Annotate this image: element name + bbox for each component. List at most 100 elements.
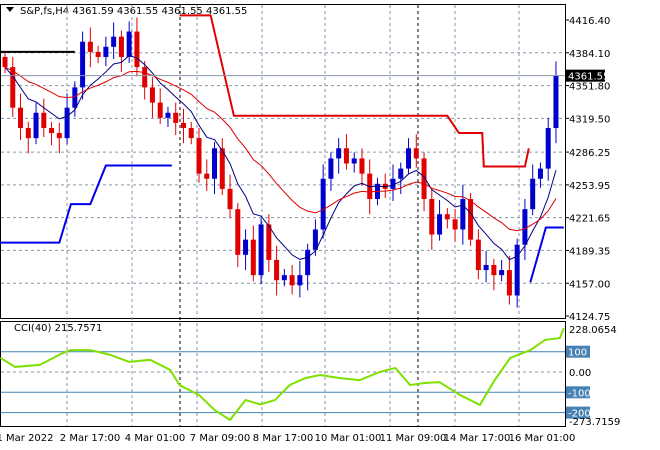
bear-candle xyxy=(95,51,101,57)
price-tick-label: 4319.50 xyxy=(569,114,610,125)
bear-candle xyxy=(149,87,155,103)
bull-candle xyxy=(398,168,404,179)
bear-candle xyxy=(235,209,241,255)
bull-candle xyxy=(320,178,326,230)
bull-candle xyxy=(460,199,466,230)
bull-candle xyxy=(297,275,303,286)
bull-candle xyxy=(33,112,39,139)
blue-step-line xyxy=(529,226,564,283)
bear-candle xyxy=(204,173,210,179)
dropdown-arrow-icon xyxy=(6,7,14,12)
bear-candle xyxy=(250,239,256,276)
bull-candle xyxy=(406,148,412,169)
bull-candle xyxy=(336,148,342,159)
bull-candle xyxy=(328,158,334,179)
bear-candle xyxy=(188,127,194,139)
bear-candle xyxy=(2,56,8,68)
price-tick-label: 4124.75 xyxy=(569,312,610,323)
time-label: 14 Mar 17:00 xyxy=(444,433,511,444)
bear-candle xyxy=(491,265,497,276)
cci-label: CCI(40) 215.7571 xyxy=(14,323,102,334)
bear-candle xyxy=(142,67,148,88)
cci-level-label: 0.00 xyxy=(569,368,591,379)
price-tick-label: 4286.25 xyxy=(569,148,610,159)
bull-candle xyxy=(514,244,520,296)
price-tick-label: 4416.40 xyxy=(569,16,610,27)
time-label: 11 Mar 09:00 xyxy=(380,433,447,444)
bear-candle xyxy=(227,188,233,210)
bear-candle xyxy=(444,214,450,220)
time-label: 7 Mar 09:00 xyxy=(190,433,250,444)
bear-candle xyxy=(180,122,186,128)
time-label: 8 Mar 17:00 xyxy=(253,433,313,444)
bear-candle xyxy=(118,36,124,57)
cci-level-label: 100 xyxy=(568,348,587,359)
cci-line xyxy=(0,327,565,422)
bull-candle xyxy=(499,270,505,276)
time-label: 2 Mar 17:00 xyxy=(60,433,120,444)
cci-min-label: -273.7159 xyxy=(569,417,620,428)
bear-candle xyxy=(173,112,179,123)
bear-candle xyxy=(266,224,272,260)
bull-candle xyxy=(530,178,536,210)
bear-candle xyxy=(359,158,365,174)
bear-candle xyxy=(343,148,349,164)
bear-candle xyxy=(41,112,47,128)
bull-candle xyxy=(483,265,489,271)
bull-candle xyxy=(126,31,132,57)
time-label: 10 Mar 01:00 xyxy=(315,433,382,444)
bear-candle xyxy=(274,259,280,281)
bear-candle xyxy=(413,148,419,159)
price-tick-label: 4351.80 xyxy=(569,82,610,93)
bull-candle xyxy=(522,209,528,245)
price-tick-label: 4189.35 xyxy=(569,246,610,257)
red-step-line xyxy=(179,14,530,168)
bear-candle xyxy=(157,102,163,118)
price-chart: S&P,fs,H4 4361.59 4361.55 4361.55 4361.5… xyxy=(0,4,620,444)
bear-candle xyxy=(134,31,140,68)
bull-candle xyxy=(165,112,171,118)
bear-candle xyxy=(87,41,93,52)
bear-candle xyxy=(25,127,31,139)
bear-candle xyxy=(506,270,512,296)
bull-candle xyxy=(305,249,311,276)
main-panel-frame xyxy=(0,4,566,319)
bull-candle xyxy=(111,36,117,47)
price-tick-label: 4157.00 xyxy=(569,279,610,290)
price-tick-label: 4384.10 xyxy=(569,49,610,60)
price-tick-label: 4253.95 xyxy=(569,181,610,192)
bear-candle xyxy=(452,219,458,230)
time-label: 16 Mar 01:00 xyxy=(509,433,576,444)
ma-slow-line xyxy=(4,66,557,232)
ma-fast-line xyxy=(4,55,557,261)
bear-candle xyxy=(468,199,474,240)
cci-max-label: 228.0654 xyxy=(569,325,617,336)
bear-candle xyxy=(289,275,295,286)
bear-candle xyxy=(196,138,202,174)
price-tick-label: 4221.65 xyxy=(569,214,610,225)
bull-candle xyxy=(103,46,109,57)
bear-candle xyxy=(18,107,24,128)
bear-candle xyxy=(49,127,55,134)
time-label: 1 Mar 2022 xyxy=(0,433,54,444)
bull-candle xyxy=(281,275,287,281)
chart-header: S&P,fs,H4 4361.59 4361.55 4361.55 4361.5… xyxy=(20,6,247,17)
bull-candle xyxy=(437,214,443,235)
bear-candle xyxy=(475,239,481,271)
bear-candle xyxy=(421,158,427,200)
cci-level-label: -100 xyxy=(568,388,591,399)
bull-candle xyxy=(351,158,357,164)
blue-step-line xyxy=(0,164,172,244)
bull-candle xyxy=(212,148,218,179)
bull-candle xyxy=(537,168,543,179)
bull-candle xyxy=(80,41,86,88)
bear-candle xyxy=(56,133,62,139)
bull-candle xyxy=(243,239,249,255)
cci-panel-frame xyxy=(0,321,566,427)
bear-candle xyxy=(10,67,16,108)
bull-candle xyxy=(258,224,264,276)
bull-candle xyxy=(72,87,78,108)
current-price-label: 4361.55 xyxy=(568,72,609,83)
time-label: 4 Mar 01:00 xyxy=(125,433,185,444)
bull-candle xyxy=(553,75,559,128)
